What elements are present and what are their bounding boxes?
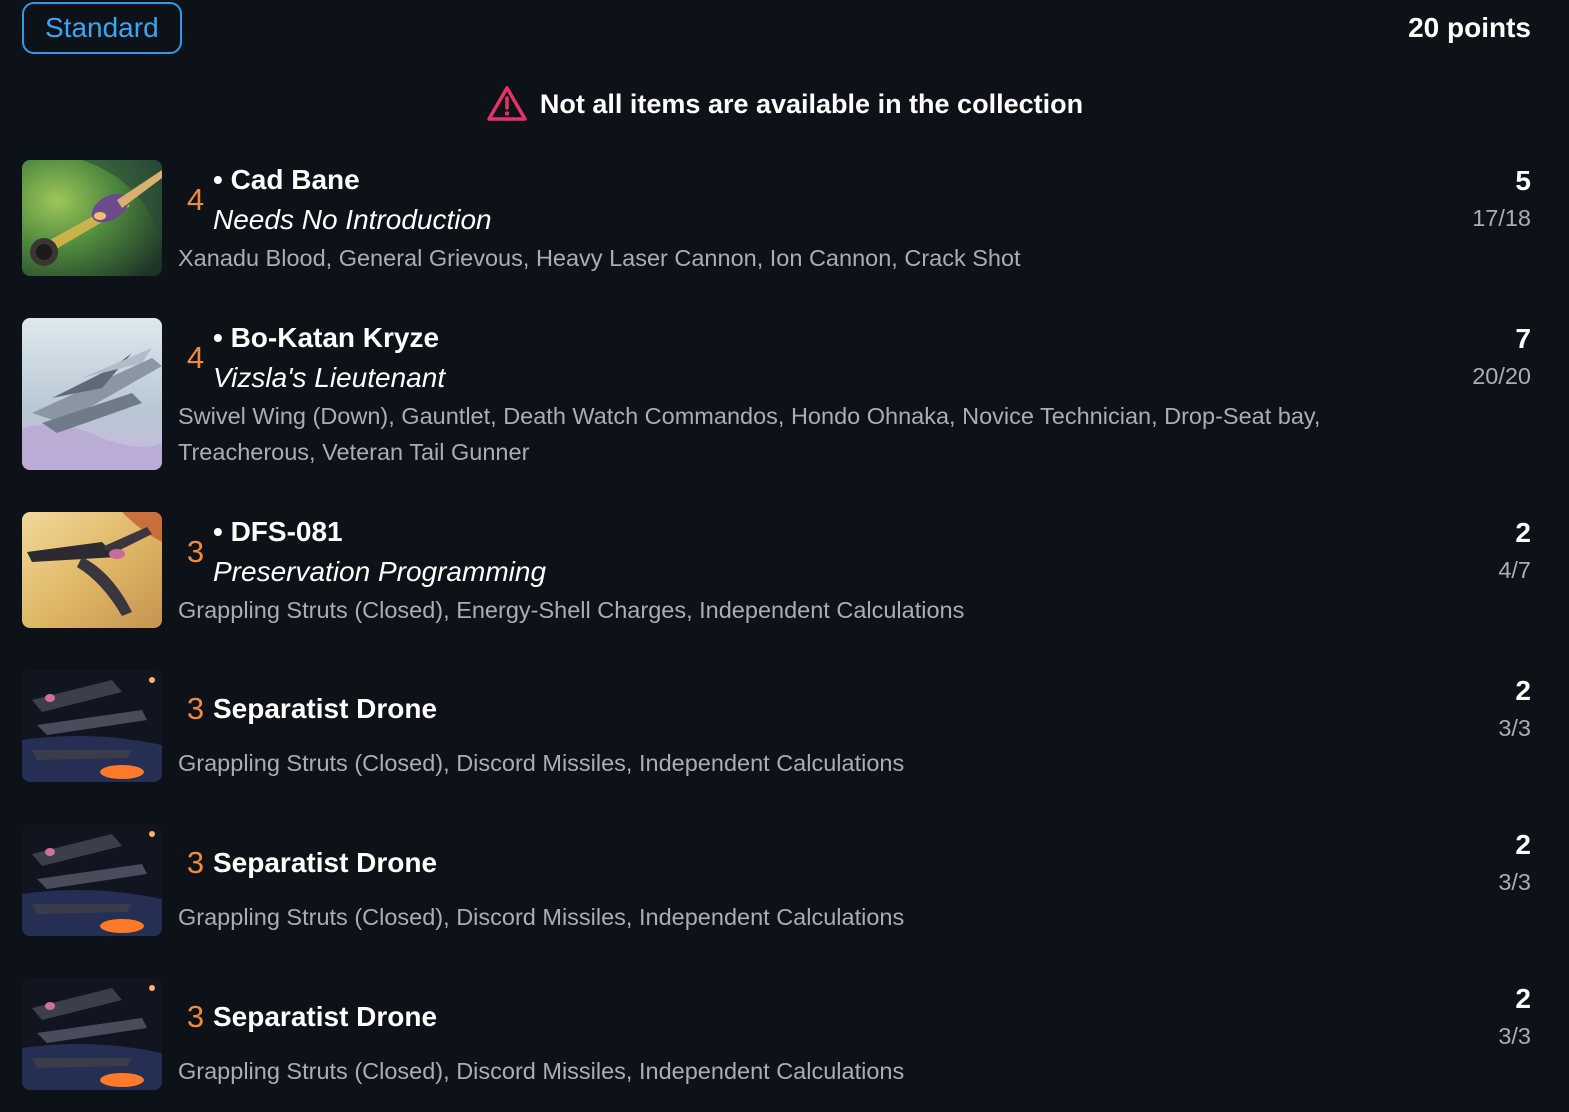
gauntlet-fighter-image — [22, 318, 162, 470]
loadout-value: 3/3 — [1498, 715, 1531, 741]
ship-info: 3 Separatist Drone Grappling Struts (Clo… — [178, 824, 1531, 935]
vulture-droid-space-image — [22, 978, 162, 1090]
ship-cost: 2 — [1515, 829, 1531, 860]
ship-row[interactable]: 3 Separatist Drone Grappling Struts (Clo… — [22, 824, 1531, 978]
pilot-names: • Cad Bane Needs No Introduction — [213, 160, 492, 240]
ship-row[interactable]: 3 • DFS-081 Preservation Programming Gra… — [22, 512, 1531, 670]
ship-list: 4 • Cad Bane Needs No Introduction Xanad… — [22, 160, 1531, 1108]
pilot-names: Separatist Drone — [213, 997, 437, 1037]
ship-cost-block: 5 17/18 — [1472, 160, 1531, 234]
pilot-names: Separatist Drone — [213, 689, 437, 729]
loadout-value: 3/3 — [1498, 869, 1531, 895]
ship-row[interactable]: 3 Separatist Drone Grappling Struts (Clo… — [22, 978, 1531, 1108]
loadout-value: 17/18 — [1472, 205, 1531, 231]
title-line: 4 • Bo-Katan Kryze Vizsla's Lieutenant — [178, 318, 1531, 398]
title-line: 3 • DFS-081 Preservation Programming — [178, 512, 1531, 592]
pilot-names: Separatist Drone — [213, 843, 437, 883]
upgrade-list: Xanadu Blood, General Grievous, Heavy La… — [178, 245, 1021, 271]
upgrade-list: Grappling Struts (Closed), Energy-Shell … — [178, 597, 965, 623]
warning-text: Not all items are available in the colle… — [539, 88, 1084, 119]
ship-row[interactable]: 4 • Cad Bane Needs No Introduction Xanad… — [22, 160, 1531, 318]
squad-view: Standard 20 points Not all items are ava… — [0, 0, 1569, 1112]
vulture-droid-space-image — [22, 824, 162, 936]
ship-cost-block: 2 3/3 — [1498, 824, 1531, 898]
ship-cost: 2 — [1515, 983, 1531, 1014]
pilot-name: Separatist Drone — [213, 693, 438, 724]
collection-warning: Not all items are available in the colle… — [0, 80, 1569, 128]
ship-cost-block: 7 20/20 — [1472, 318, 1531, 392]
format-button[interactable]: Standard — [22, 2, 182, 54]
title-line: 3 Separatist Drone — [178, 843, 1531, 883]
ship-cost-block: 2 4/7 — [1498, 512, 1531, 586]
ship-info: 4 • Bo-Katan Kryze Vizsla's Lieutenant S… — [178, 318, 1531, 470]
ship-info: 4 • Cad Bane Needs No Introduction Xanad… — [178, 160, 1531, 276]
upgrade-list: Swivel Wing (Down), Gauntlet, Death Watc… — [178, 403, 1321, 465]
ship-cost: 2 — [1515, 517, 1531, 548]
title-line: 4 • Cad Bane Needs No Introduction — [178, 160, 1531, 240]
pilot-names: • DFS-081 Preservation Programming — [213, 512, 546, 592]
rogue-class-starfighter-image — [22, 160, 162, 276]
ship-info: 3 Separatist Drone Grappling Struts (Clo… — [178, 670, 1531, 781]
title-line: 3 Separatist Drone — [178, 689, 1531, 729]
initiative-value: 3 — [186, 845, 205, 880]
vulture-droid-desert-image — [22, 512, 162, 628]
ship-row[interactable]: 3 Separatist Drone Grappling Struts (Clo… — [22, 670, 1531, 824]
upgrade-list: Grappling Struts (Closed), Discord Missi… — [178, 904, 905, 930]
initiative-value: 3 — [186, 999, 205, 1034]
loadout-value: 4/7 — [1498, 557, 1531, 583]
ship-cost-block: 2 3/3 — [1498, 978, 1531, 1052]
loadout-value: 3/3 — [1498, 1023, 1531, 1049]
loadout-value: 20/20 — [1472, 363, 1531, 389]
ship-info: 3 Separatist Drone Grappling Struts (Clo… — [178, 978, 1531, 1089]
pilot-subtitle: Preservation Programming — [213, 556, 547, 587]
vulture-droid-space-image — [22, 670, 162, 782]
initiative-value: 3 — [186, 534, 205, 569]
initiative-value: 3 — [186, 691, 205, 726]
pilot-name: • Cad Bane — [213, 164, 360, 195]
pilot-names: • Bo-Katan Kryze Vizsla's Lieutenant — [213, 318, 445, 398]
pilot-name: • Bo-Katan Kryze — [213, 322, 440, 353]
initiative-value: 4 — [186, 340, 205, 375]
points-total: 20 points — [1408, 12, 1531, 43]
pilot-name: Separatist Drone — [213, 847, 438, 878]
pilot-name: Separatist Drone — [213, 1001, 438, 1032]
squad-header: Standard 20 points — [22, 2, 1531, 54]
pilot-subtitle: Needs No Introduction — [213, 204, 492, 235]
ship-cost: 5 — [1515, 165, 1531, 196]
ship-info: 3 • DFS-081 Preservation Programming Gra… — [178, 512, 1531, 628]
title-line: 3 Separatist Drone — [178, 997, 1531, 1037]
ship-cost: 7 — [1515, 323, 1531, 354]
initiative-value: 4 — [186, 182, 205, 217]
pilot-subtitle: Vizsla's Lieutenant — [213, 362, 446, 393]
ship-cost-block: 2 3/3 — [1498, 670, 1531, 744]
warning-triangle-icon — [486, 85, 528, 123]
ship-cost: 2 — [1515, 675, 1531, 706]
upgrade-list: Grappling Struts (Closed), Discord Missi… — [178, 1058, 905, 1084]
ship-row[interactable]: 4 • Bo-Katan Kryze Vizsla's Lieutenant S… — [22, 318, 1531, 512]
upgrade-list: Grappling Struts (Closed), Discord Missi… — [178, 750, 905, 776]
pilot-name: • DFS-081 — [213, 516, 343, 547]
